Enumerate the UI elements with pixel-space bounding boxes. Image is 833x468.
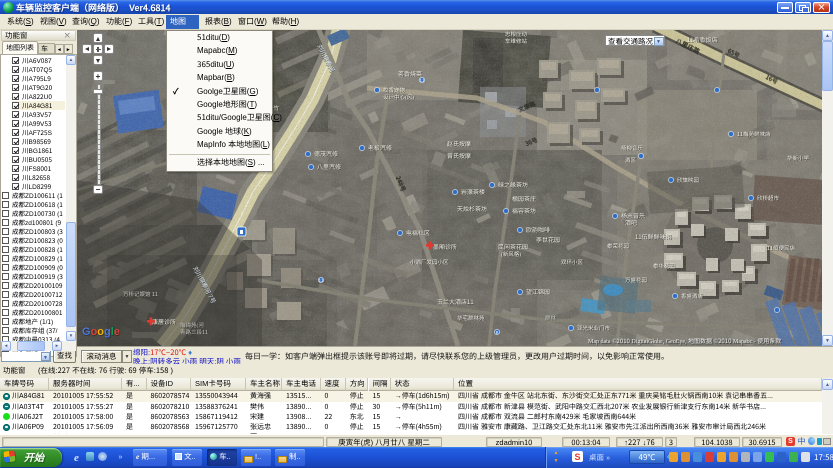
svg-text:欧韵咖啡: 欧韵咖啡 — [526, 225, 550, 234]
svg-text:福容茶坊: 福容茶坊 — [512, 206, 536, 215]
svg-text:亚光米业门市: 亚光米业门市 — [577, 324, 611, 332]
svg-text:群林: 群林 — [545, 314, 557, 322]
svg-text:酒区: 酒区 — [625, 156, 637, 164]
svg-text:香盛酒店: 香盛酒店 — [681, 292, 704, 300]
svg-text:茗香烧菜: 茗香烧菜 — [398, 69, 422, 78]
svg-text:天烛杉茶坊: 天烛杉茶坊 — [457, 204, 487, 213]
svg-text:小酒厂发园小区: 小酒厂发园小区 — [410, 258, 449, 266]
svg-text:绿之缘茶坊: 绿之缘茶坊 — [498, 180, 528, 189]
svg-text:(新风格): (新风格) — [501, 250, 521, 258]
svg-text:11伍鲜鲜味馆: 11伍鲜鲜味馆 — [635, 232, 672, 241]
svg-text:泰华花园: 泰华花园 — [653, 262, 676, 270]
svg-text:万盛花园: 万盛花园 — [625, 276, 648, 284]
svg-text:酒吧: 酒吧 — [625, 218, 637, 227]
svg-text:青路三段11: 青路三段11 — [180, 328, 208, 336]
svg-text:B: B — [495, 330, 498, 336]
svg-text:康居诊所: 康居诊所 — [152, 317, 176, 326]
svg-text:曾氏按摩: 曾氏按摩 — [447, 151, 471, 160]
svg-text:双环小区: 双环小区 — [561, 258, 584, 266]
svg-text:11: 11 — [319, 278, 324, 284]
svg-text:泰荣花园: 泰荣花园 — [607, 242, 630, 250]
svg-text:望江锦园: 望江锦园 — [526, 287, 550, 296]
svg-text:11恒便民店: 11恒便民店 — [767, 244, 796, 252]
svg-text:墨厢诊所: 墨厢诊所 — [433, 242, 457, 251]
svg-text:李世花园: 李世花园 — [536, 235, 560, 244]
svg-text:电福社区: 电福社区 — [406, 228, 430, 237]
svg-text:玉兰大酒店11: 玉兰大酒店11 — [437, 297, 474, 306]
svg-text:华宅群林苑: 华宅群林苑 — [457, 314, 485, 322]
svg-text:华新小学: 华新小学 — [787, 154, 810, 162]
svg-text:11梅苑鲜味店: 11梅苑鲜味店 — [737, 130, 771, 138]
svg-text:八里汽修: 八里汽修 — [317, 162, 341, 171]
svg-text:Map data ©2010 DigitalGlobe, G: Map data ©2010 DigitalGlobe, GeoEye, 地图数… — [588, 336, 781, 345]
svg-text:老板汽修: 老板汽修 — [368, 143, 392, 152]
svg-text:岩濠茶楼: 岩濠茶楼 — [461, 187, 485, 196]
svg-text:赵氏按摩: 赵氏按摩 — [447, 139, 471, 148]
svg-text:楹园茶庄: 楹园茶庄 — [512, 194, 536, 203]
svg-text:11希香饭店: 11希香饭店 — [687, 35, 718, 44]
svg-text:欣桥超市: 欣桥超市 — [757, 194, 780, 202]
svg-text:万桥记娱馆 11: 万桥记娱馆 11 — [123, 290, 158, 298]
svg-text:11: 11 — [420, 78, 425, 84]
svg-text:德茂汽修: 德茂汽修 — [314, 149, 338, 158]
svg-text:杨柳音乐: 杨柳音乐 — [621, 144, 644, 152]
svg-text:设计中心(风): 设计中心(风) — [383, 93, 414, 101]
svg-text:欣旗映园: 欣旗映园 — [677, 176, 700, 184]
svg-text:车维修站: 车维修站 — [505, 37, 528, 45]
